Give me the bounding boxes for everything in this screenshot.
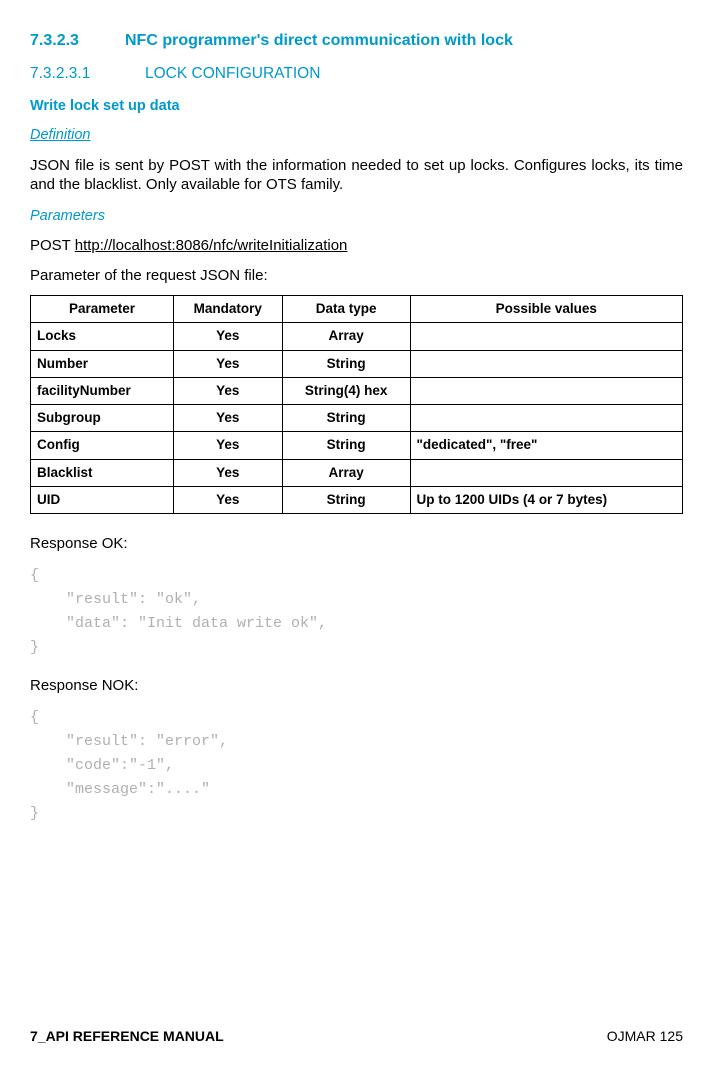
footer-right: OJMAR 125 (607, 1027, 683, 1046)
heading-7-3-2-3-1: 7.3.2.3.1LOCK CONFIGURATION (30, 64, 683, 85)
table-row: UIDYesStringUp to 1200 UIDs (4 or 7 byte… (31, 486, 683, 513)
cell-parameter: Number (31, 350, 174, 377)
table-row: NumberYesString (31, 350, 683, 377)
response-nok-label: Response NOK: (30, 676, 683, 696)
heading-number: 7.3.2.3.1 (30, 64, 145, 85)
cell-possible-values: Up to 1200 UIDs (4 or 7 bytes) (410, 486, 682, 513)
heading-title: NFC programmer's direct communication wi… (125, 32, 513, 49)
cell-parameter: Blacklist (31, 459, 174, 486)
heading-title: LOCK CONFIGURATION (145, 65, 320, 82)
cell-mandatory: Yes (173, 459, 282, 486)
cell-mandatory: Yes (173, 323, 282, 350)
table-row: ConfigYesString"dedicated", "free" (31, 432, 683, 459)
cell-parameter: Subgroup (31, 405, 174, 432)
cell-mandatory: Yes (173, 432, 282, 459)
cell-parameter: Config (31, 432, 174, 459)
table-row: SubgroupYesString (31, 405, 683, 432)
cell-possible-values (410, 405, 682, 432)
post-line: POST http://localhost:8086/nfc/writeInit… (30, 236, 683, 256)
table-row: LocksYesArray (31, 323, 683, 350)
cell-possible-values (410, 459, 682, 486)
definition-label: Definition (30, 126, 683, 146)
cell-datatype: Array (282, 459, 410, 486)
post-url[interactable]: http://localhost:8086/nfc/writeInitializ… (75, 237, 348, 254)
th-parameter: Parameter (31, 296, 174, 323)
th-mandatory: Mandatory (173, 296, 282, 323)
definition-body: JSON file is sent by POST with the infor… (30, 156, 683, 195)
footer-left: 7_API REFERENCE MANUAL (30, 1027, 224, 1046)
cell-mandatory: Yes (173, 350, 282, 377)
subheading-write-lock: Write lock set up data (30, 97, 683, 117)
param-intro: Parameter of the request JSON file: (30, 266, 683, 286)
th-datatype: Data type (282, 296, 410, 323)
cell-possible-values (410, 377, 682, 404)
parameters-table: Parameter Mandatory Data type Possible v… (30, 295, 683, 514)
response-ok-code: { "result": "ok", "data": "Init data wri… (30, 564, 683, 660)
table-row: BlacklistYesArray (31, 459, 683, 486)
cell-parameter: Locks (31, 323, 174, 350)
page-footer: 7_API REFERENCE MANUAL OJMAR 125 (30, 1027, 683, 1046)
cell-mandatory: Yes (173, 486, 282, 513)
th-possible-values: Possible values (410, 296, 682, 323)
cell-parameter: UID (31, 486, 174, 513)
heading-number: 7.3.2.3 (30, 30, 125, 52)
cell-mandatory: Yes (173, 405, 282, 432)
response-ok-label: Response OK: (30, 534, 683, 554)
cell-datatype: String(4) hex (282, 377, 410, 404)
response-nok-code: { "result": "error", "code":"-1", "messa… (30, 706, 683, 826)
cell-datatype: String (282, 486, 410, 513)
table-row: facilityNumberYesString(4) hex (31, 377, 683, 404)
cell-datatype: Array (282, 323, 410, 350)
cell-mandatory: Yes (173, 377, 282, 404)
cell-datatype: String (282, 432, 410, 459)
heading-7-3-2-3: 7.3.2.3NFC programmer's direct communica… (30, 30, 683, 52)
cell-possible-values: "dedicated", "free" (410, 432, 682, 459)
cell-possible-values (410, 350, 682, 377)
post-prefix: POST (30, 237, 75, 254)
cell-datatype: String (282, 405, 410, 432)
cell-datatype: String (282, 350, 410, 377)
cell-possible-values (410, 323, 682, 350)
parameters-label: Parameters (30, 207, 683, 227)
cell-parameter: facilityNumber (31, 377, 174, 404)
